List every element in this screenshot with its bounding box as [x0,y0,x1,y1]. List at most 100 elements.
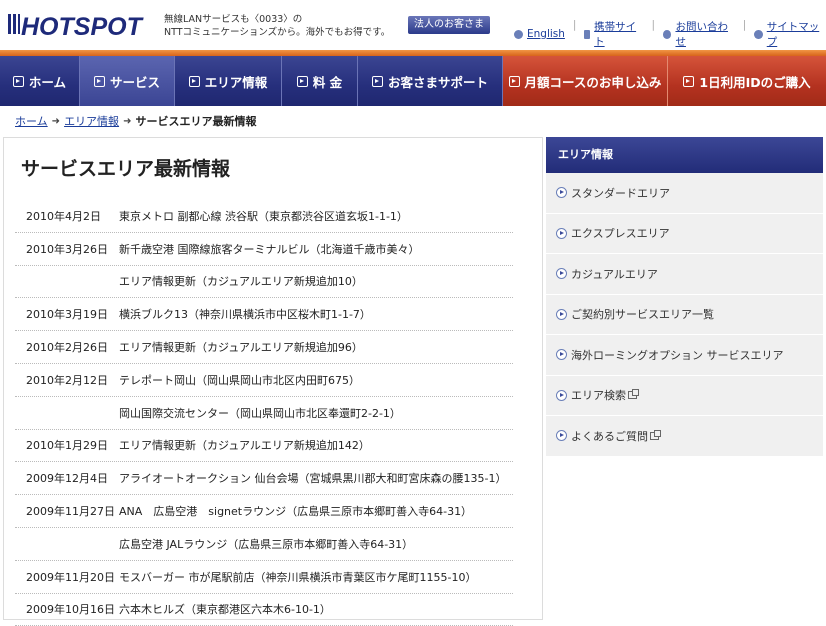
sidebar-item-label: よくあるご質問 [571,429,648,443]
sidebar-item-label: ご契約別サービスエリア一覧 [571,308,714,322]
news-row: 2009年12月4日 アライオートオークション 仙台会場（宮城県黒川郡大和町宮床森… [15,462,513,496]
sidebar-item-label: スタンダードエリア [571,186,670,200]
breadcrumb-current: サービスエリア最新情報 [135,115,257,128]
sidebar: エリア情報 スタンダードエリア エクスプレスエリア カジュアルエリアご契約別サービス… [546,137,823,620]
news-date: 2009年10月16日 [26,603,115,617]
news-row: 広島空港 JALラウンジ（広島県三原市本郷町善入寺64-31） [15,528,513,561]
news-row: 2009年11月20日 モスバーガー 市が尾駅前店（神奈川県横浜市青葉区市ケ尾町1… [15,561,513,594]
breadcrumb: ホーム ➜ エリア情報 ➜ サービスエリア最新情報 [15,113,256,129]
nav-pricing[interactable]: 料 金 [282,56,358,106]
tagline-line2: NTTコミュニケーションズから。海外でもお得です。 [164,27,391,38]
nav-monthly-signup[interactable]: 月額コースのお申し込み [503,56,668,106]
globe-icon [514,29,523,39]
arrow-icon [508,75,520,87]
sidebar-item-label: エクスプレスエリア [571,227,670,241]
hotspot-logo[interactable]: HOTSPOT [8,10,158,40]
sidebar-item[interactable]: エリア検索 [546,375,823,416]
news-text: テレポート岡山（岡山県岡山市北区内田町675） [119,373,360,387]
arrow-icon [683,75,695,87]
corporate-customers-button[interactable]: 法人のお客さま [408,16,490,34]
breadcrumb-home[interactable]: ホーム [15,113,48,129]
sidebar-item[interactable]: 海外ローミングオプション サービスエリア [546,335,823,376]
arrow-icon [188,75,200,87]
arrow-circle-icon [556,187,567,199]
news-date: 2010年2月12日 [26,373,108,387]
external-window-icon [628,389,639,400]
news-text: 岡山国際交流センター（岡山県岡山市北区奉還町2-2-1） [119,406,401,420]
phone-icon [663,29,672,39]
news-row: 2010年1月29日 エリア情報更新（カジュアルエリア新規追加142） [15,430,513,463]
news-date: 2010年1月29日 [26,439,108,453]
arrow-circle-icon [556,308,567,320]
svg-text:HOTSPOT: HOTSPOT [21,13,145,40]
site-header: HOTSPOT 無線LANサービスも〈0033〉の NTTコミュニケーションズか… [0,0,826,50]
separator: | [651,19,655,31]
news-row: 2010年3月26日 新千歳空港 国際線旅客ターミナルビル（北海道千歳市美々） [15,233,513,266]
arrow-circle-icon [556,349,567,361]
arrow-icon [12,75,24,87]
sidebar-item[interactable]: カジュアルエリア [546,254,823,295]
mobile-site-link[interactable]: 携帯サイト [584,19,643,49]
english-link[interactable]: English [514,19,565,49]
news-date: 2009年11月20日 [26,570,115,584]
arrow-icon [371,75,383,87]
tagline-line1: 無線LANサービスも〈0033〉の [164,14,303,25]
news-text: アライオートオークション 仙台会場（宮城県黒川郡大和町宮床森の腰135-1） [119,472,507,486]
news-date: 2010年3月26日 [26,242,108,256]
news-text: ANA 広島空港 signetラウンジ（広島県三原市本郷町善入寺64-31） [119,505,473,519]
arrow-circle-icon [556,227,567,239]
sidebar-item[interactable]: スタンダードエリア [546,173,823,214]
news-row: 2010年2月12日 テレポート岡山（岡山県岡山市北区内田町675） [15,364,513,397]
arrow-icon [754,29,763,39]
news-text: 横浜ブルク13（神奈川県横浜市中区桜木町1-1-7） [119,308,371,322]
sidebar-heading: エリア情報 [546,137,823,173]
sidebar-item-label: カジュアルエリア [571,267,658,281]
nav-home[interactable]: ホーム [0,56,80,106]
news-row: 2010年3月19日 横浜ブルク13（神奈川県横浜市中区桜木町1-1-7） [15,298,513,332]
sidebar-list: スタンダードエリア エクスプレスエリア カジュアルエリアご契約別サービスエリア一覧海… [546,173,823,457]
news-date: 2010年2月26日 [26,341,108,355]
news-text: 六本木ヒルズ（東京都港区六本木6-10-1） [119,603,331,617]
news-row: 2010年2月26日 エリア情報更新（カジュアルエリア新規追加96） [15,331,513,364]
nav-service[interactable]: サービス [80,56,175,106]
top-links: English | 携帯サイト | お問い合わせ | サイトマップ [514,19,826,49]
news-date: 2010年3月19日 [26,308,108,322]
news-date: 2009年11月27日 [26,505,115,519]
news-row: 2009年10月16日 六本木ヒルズ（東京都港区六本木6-10-1） [15,594,513,626]
main-content: サービスエリア最新情報 2010年4月2日 東京メトロ 副都心線 渋谷駅（東京都渋… [3,137,543,626]
nav-day-pass-purchase[interactable]: 1日利用IDのご購入 [668,56,826,106]
news-row: エリア情報更新（カジュアルエリア新規追加10） [15,266,513,299]
news-row: 岡山国際交流センター（岡山県岡山市北区奉還町2-2-1） [15,397,513,430]
tagline: 無線LANサービスも〈0033〉の NTTコミュニケーションズから。海外でもお得… [164,13,390,39]
page-title: サービスエリア最新情報 [21,158,231,180]
news-text: モスバーガー 市が尾駅前店（神奈川県横浜市青葉区市ケ尾町1155-10） [119,570,477,584]
arrow-circle-icon [556,268,567,280]
separator: | [742,19,747,31]
contact-link[interactable]: お問い合わせ [663,19,735,49]
sidebar-item[interactable]: よくあるご質問 [546,416,823,457]
arrow-icon [296,75,308,87]
news-date: 2010年4月2日 [26,209,101,223]
news-text: 広島空港 JALラウンジ（広島県三原市本郷町善入寺64-31） [119,537,414,551]
arrow-circle-icon [556,389,567,401]
arrow-circle-icon [556,430,567,442]
mobile-icon [584,29,591,39]
breadcrumb-area[interactable]: エリア情報 [64,113,119,129]
sidebar-item[interactable]: ご契約別サービスエリア一覧 [546,294,823,335]
chevron-right-icon: ➜ [123,115,132,127]
news-text: エリア情報更新（カジュアルエリア新規追加10） [119,275,363,289]
news-text: エリア情報更新（カジュアルエリア新規追加96） [119,341,363,355]
news-date: 2009年12月4日 [26,472,108,486]
news-list: 2010年4月2日 東京メトロ 副都心線 渋谷駅（東京都渋谷区道玄坂1-1-1） 2… [15,200,513,626]
nav-area-info[interactable]: エリア情報 [175,56,282,106]
news-text: 新千歳空港 国際線旅客ターミナルビル（北海道千歳市美々） [119,242,420,256]
sitemap-link[interactable]: サイトマップ [754,19,826,49]
chevron-right-icon: ➜ [51,115,61,127]
sidebar-item-label: エリア検索 [571,389,626,403]
news-row: 2010年4月2日 東京メトロ 副都心線 渋谷駅（東京都渋谷区道玄坂1-1-1） [15,200,513,233]
nav-support[interactable]: お客さまサポート [358,56,503,106]
sidebar-item[interactable]: エクスプレスエリア [546,213,823,254]
news-text: 東京メトロ 副都心線 渋谷駅（東京都渋谷区道玄坂1-1-1） [119,209,408,223]
arrow-icon [93,75,105,87]
sidebar-item-label: 海外ローミングオプション サービスエリア [571,348,784,362]
